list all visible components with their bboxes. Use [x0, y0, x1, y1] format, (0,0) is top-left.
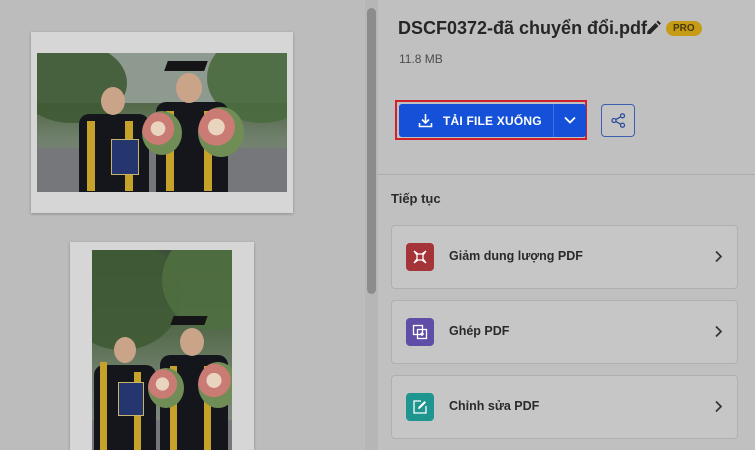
file-size: 11.8 MB [399, 52, 443, 66]
download-main-button[interactable]: TẢI FILE XUỐNG [399, 104, 553, 137]
continue-heading: Tiếp tục [391, 191, 441, 206]
section-divider [378, 174, 755, 175]
graduation-photo [37, 53, 287, 192]
download-icon [418, 114, 433, 128]
tool-label: Ghép PDF [449, 324, 510, 338]
chevron-right-icon [715, 250, 723, 263]
graduation-photo [92, 250, 232, 450]
page-thumbnail-1[interactable] [31, 32, 293, 213]
file-name: DSCF0372-đã chuyển đổi.pdf [398, 18, 648, 38]
page-thumbnail-2[interactable] [70, 242, 254, 450]
compress-icon [406, 243, 434, 271]
chevron-right-icon [715, 325, 723, 338]
tool-label: Chỉnh sửa PDF [449, 399, 540, 413]
download-options-button[interactable] [554, 104, 586, 137]
scrollbar-thumb[interactable] [367, 8, 376, 294]
page-preview-panel [0, 0, 365, 450]
file-actions-panel: DSCF0372-đã chuyển đổi.pdf PRO 11.8 MB T… [378, 0, 755, 450]
download-button[interactable]: TẢI FILE XUỐNG [399, 104, 586, 137]
edit-pdf-card[interactable]: Chỉnh sửa PDF [391, 375, 738, 439]
share-icon [611, 113, 626, 128]
merge-pdf-card[interactable]: Ghép PDF [391, 300, 738, 364]
tool-label: Giảm dung lượng PDF [449, 249, 583, 263]
merge-icon [406, 318, 434, 346]
chevron-right-icon [715, 400, 723, 413]
chevron-down-icon [564, 116, 576, 124]
compress-pdf-card[interactable]: Giảm dung lượng PDF [391, 225, 738, 289]
download-label: TẢI FILE XUỐNG [443, 114, 542, 128]
share-button[interactable] [601, 104, 635, 137]
pro-badge: PRO [666, 21, 702, 36]
edit-pdf-icon [406, 393, 434, 421]
pencil-icon[interactable] [644, 20, 662, 38]
